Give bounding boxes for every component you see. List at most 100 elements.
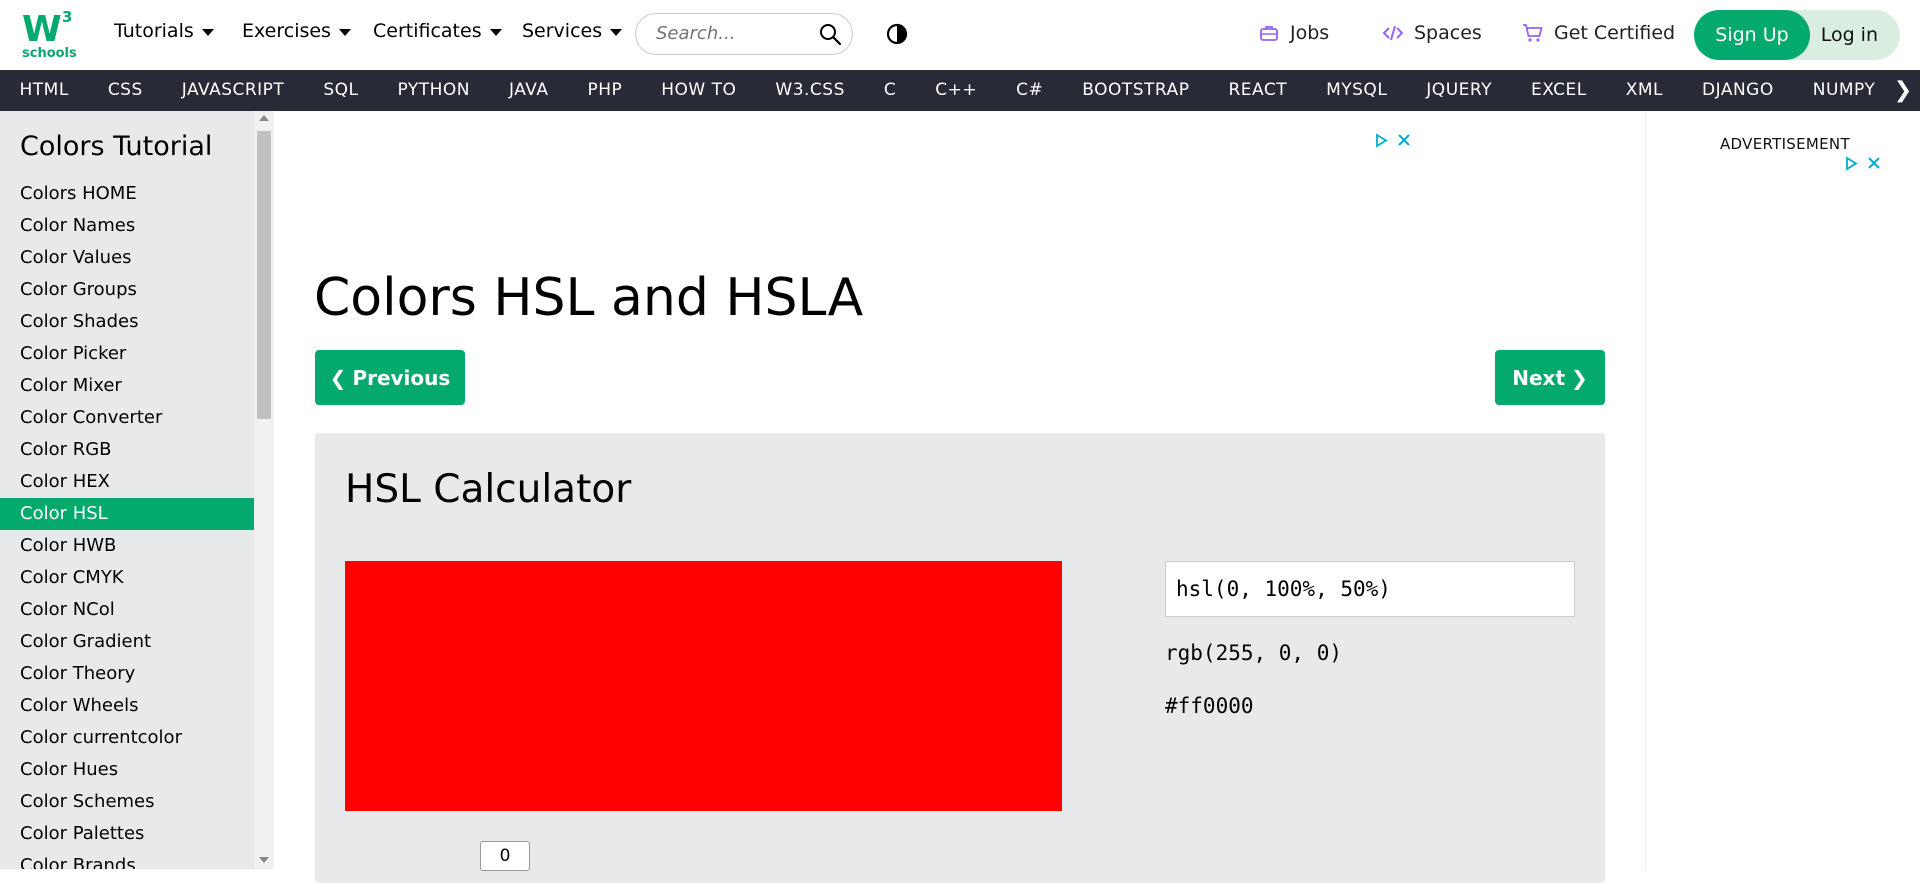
menu-label: Exercises	[242, 20, 331, 42]
sidebar-item-color-ncol[interactable]: Color NCol	[0, 594, 254, 626]
menu-label: Tutorials	[114, 20, 194, 42]
w3schools-logo[interactable]: W 3 schools	[20, 8, 77, 61]
sidebar-item-color-schemes[interactable]: Color Schemes	[0, 786, 254, 818]
search-box	[635, 13, 853, 55]
code-icon	[1382, 25, 1404, 41]
spaces-link[interactable]: Spaces	[1382, 22, 1482, 44]
sidebar-item-color-cmyk[interactable]: Color CMYK	[0, 562, 254, 594]
jobs-link[interactable]: Jobs	[1258, 22, 1329, 44]
sidebar-list: Colors HOME Color Names Color Values Color …	[0, 178, 254, 869]
caret-down-icon	[610, 28, 623, 36]
sidebar-item-color-hues[interactable]: Color Hues	[0, 754, 254, 786]
search-icon[interactable]	[818, 22, 842, 46]
menu-label: Certificates	[373, 20, 482, 42]
get-certified-link[interactable]: Get Certified	[1522, 22, 1675, 44]
sidebar-item-color-mixer[interactable]: Color Mixer	[0, 370, 254, 402]
sidebar-item-colors-home[interactable]: Colors HOME	[0, 178, 254, 210]
nav-item-w3-css[interactable]: W3.CSS	[756, 70, 864, 111]
rgb-value-text: rgb(255, 0, 0)	[1165, 641, 1343, 665]
nav-item-django[interactable]: DJANGO	[1683, 70, 1794, 111]
ad-choices[interactable]	[1844, 156, 1881, 171]
sidebar-title: Colors Tutorial	[20, 131, 213, 162]
nav-item-php[interactable]: PHP	[568, 70, 642, 111]
nav-items: HTML CSS JAVASCRIPT SQL PYTHON JAVA PHP HOW TO W…	[0, 70, 1895, 111]
menu-exercises[interactable]: Exercises	[242, 20, 351, 42]
briefcase-icon	[1260, 26, 1278, 41]
menu-services[interactable]: Services	[522, 20, 623, 42]
adchoices-icon[interactable]	[1844, 156, 1859, 171]
nav-item-c[interactable]: C#	[997, 70, 1063, 111]
adchoices-icon[interactable]	[1374, 133, 1389, 148]
advertisement-label: ADVERTISEMENT	[1720, 135, 1850, 153]
search-input[interactable]	[654, 22, 818, 45]
sidebar-item-color-wheels[interactable]: Color Wheels	[0, 690, 254, 722]
scroll-up-arrow-icon[interactable]	[259, 115, 269, 121]
topics-navbar: HTML CSS JAVASCRIPT SQL PYTHON JAVA PHP HOW TO W…	[0, 70, 1920, 111]
hsl-value-input[interactable]	[1165, 561, 1575, 617]
nav-item-jquery[interactable]: JQUERY	[1407, 70, 1512, 111]
nav-item-react[interactable]: REACT	[1209, 70, 1307, 111]
sidebar-item-color-rgb[interactable]: Color RGB	[0, 434, 254, 466]
menu-tutorials[interactable]: Tutorials	[114, 20, 214, 42]
sidebar-item-color-groups[interactable]: Color Groups	[0, 274, 254, 306]
sidebar-item-color-values[interactable]: Color Values	[0, 242, 254, 274]
logo-superscript: 3	[62, 8, 73, 26]
nav-item-xml[interactable]: XML	[1606, 70, 1682, 111]
previous-button[interactable]: ❮ Previous	[315, 350, 465, 405]
sidebar-item-color-currentcolor[interactable]: Color currentcolor	[0, 722, 254, 754]
nav-item-java[interactable]: JAVA	[490, 70, 568, 111]
sidebar-item-color-palettes[interactable]: Color Palettes	[0, 818, 254, 850]
top-bar: W 3 schools Tutorials Exercises Certific…	[0, 0, 1920, 70]
sidebar: Colors Tutorial Colors HOME Color Names Co…	[0, 111, 254, 869]
nav-item-mysql[interactable]: MYSQL	[1307, 70, 1407, 111]
menu-label: Services	[522, 20, 603, 42]
nav-item-bootstrap[interactable]: BOOTSTRAP	[1063, 70, 1209, 111]
get-certified-label: Get Certified	[1554, 22, 1676, 44]
caret-down-icon	[338, 28, 351, 36]
sidebar-item-color-gradient[interactable]: Color Gradient	[0, 626, 254, 658]
nav-item-numpy[interactable]: NUMPY	[1793, 70, 1895, 111]
caret-down-icon	[201, 28, 214, 36]
nav-item-html[interactable]: HTML	[0, 70, 88, 111]
previous-label: Previous	[352, 365, 451, 390]
scrollbar-thumb[interactable]	[257, 131, 271, 419]
sidebar-item-color-names[interactable]: Color Names	[0, 210, 254, 242]
sidebar-item-color-converter[interactable]: Color Converter	[0, 402, 254, 434]
page-title: Colors HSL and HSLA	[314, 268, 864, 328]
hsl-calculator-panel: HSL Calculator rgb(255, 0, 0) #ff0000 0	[315, 433, 1605, 883]
chevron-right-icon[interactable]: ❯	[1886, 70, 1920, 111]
nav-item-sql[interactable]: SQL	[304, 70, 378, 111]
ad-choices[interactable]	[1374, 133, 1411, 148]
cart-icon	[1523, 24, 1543, 42]
ad-close-icon[interactable]	[1867, 156, 1881, 170]
contrast-toggle-icon[interactable]	[886, 23, 908, 45]
caret-down-icon	[489, 28, 502, 36]
sidebar-item-color-theory[interactable]: Color Theory	[0, 658, 254, 690]
signup-label: Sign Up	[1715, 24, 1789, 46]
logo-subtext: schools	[22, 46, 77, 61]
sidebar-item-color-shades[interactable]: Color Shades	[0, 306, 254, 338]
sidebar-scrollbar[interactable]	[254, 111, 274, 869]
sidebar-item-color-brands[interactable]: Color Brands	[0, 850, 254, 869]
sidebar-item-color-hex[interactable]: Color HEX	[0, 466, 254, 498]
hex-value-text: #ff0000	[1165, 694, 1254, 718]
scroll-down-arrow-icon[interactable]	[259, 857, 269, 863]
next-button[interactable]: Next ❯	[1495, 350, 1605, 405]
nav-item-c[interactable]: C++	[916, 70, 997, 111]
nav-item-c[interactable]: C	[864, 70, 915, 111]
ad-close-icon[interactable]	[1397, 133, 1411, 147]
nav-item-javascript[interactable]: JAVASCRIPT	[162, 70, 304, 111]
calculator-title: HSL Calculator	[345, 467, 632, 512]
hue-value-display[interactable]: 0	[480, 841, 530, 871]
signup-button[interactable]: Sign Up	[1694, 10, 1810, 60]
nav-item-excel[interactable]: EXCEL	[1511, 70, 1606, 111]
menu-certificates[interactable]: Certificates	[373, 20, 502, 42]
sidebar-item-color-picker[interactable]: Color Picker	[0, 338, 254, 370]
nav-item-how-to[interactable]: HOW TO	[642, 70, 756, 111]
sidebar-item-color-hsl[interactable]: Color HSL	[0, 498, 254, 530]
nav-item-python[interactable]: PYTHON	[378, 70, 490, 111]
right-ad-column: ADVERTISEMENT	[1645, 111, 1920, 869]
next-label: Next	[1512, 365, 1565, 390]
sidebar-item-color-hwb[interactable]: Color HWB	[0, 530, 254, 562]
nav-item-css[interactable]: CSS	[88, 70, 162, 111]
